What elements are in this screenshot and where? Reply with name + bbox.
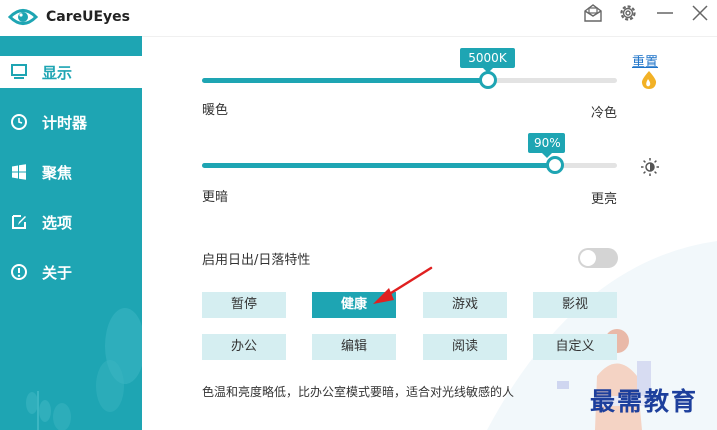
color-temp-slider[interactable]: [202, 78, 617, 83]
brightness-slider-fill: [202, 163, 555, 168]
sidebar-item-label: 聚焦: [42, 164, 73, 182]
reset-link[interactable]: 重置: [632, 51, 658, 70]
color-temp-min-label: 暖色: [202, 103, 229, 118]
plant-decoration-icon: [26, 391, 71, 430]
leaf-decoration-icon: [96, 308, 142, 412]
app-title: CareUEyes: [46, 9, 131, 25]
sidebar-item-label: 关于: [42, 264, 73, 282]
color-temp-slider-fill: [202, 78, 489, 83]
color-temp-slider-handle[interactable]: [479, 71, 498, 89]
sidebar-item-timer[interactable]: 计时器: [0, 106, 142, 138]
windows-icon: [12, 164, 26, 180]
monitor-icon: [11, 64, 27, 79]
mode-button-office[interactable]: 办公: [202, 334, 286, 360]
sunrise-sunset-label: 启用日出/日落特性: [202, 253, 311, 268]
gear-icon[interactable]: [617, 2, 639, 24]
sidebar-item-about[interactable]: 关于: [0, 256, 142, 288]
brightness-min-label: 更暗: [202, 190, 229, 205]
mode-button-edit[interactable]: 编辑: [312, 334, 396, 360]
clock-icon: [11, 114, 27, 130]
flame-drop-icon[interactable]: [640, 70, 658, 90]
sidebar: 显示 计时器 聚焦 选项 关于: [0, 36, 142, 430]
color-temp-max-label: 冷色: [591, 106, 618, 121]
brightness-value-badge: 90%: [528, 133, 565, 158]
mode-button-pause[interactable]: 暂停: [202, 292, 286, 318]
mode-button-custom[interactable]: 自定义: [533, 334, 617, 360]
color-temp-value-badge: 5000K: [460, 48, 515, 73]
mail-icon[interactable]: [582, 2, 604, 24]
red-arrow-annotation: [373, 266, 433, 304]
watermark-text: 最需教育: [590, 387, 699, 416]
close-icon[interactable]: [689, 2, 711, 24]
info-icon: [11, 264, 27, 280]
display-settings-panel: 5000K 暖色 冷色 重置 90% 更暗 更亮 启用日出/日落特性 暂停 健康…: [142, 36, 717, 430]
sidebar-item-label: 选项: [42, 214, 73, 232]
eye-logo-icon: [8, 9, 38, 25]
sidebar-item-options[interactable]: 选项: [0, 206, 142, 238]
brightness-slider-handle[interactable]: [545, 156, 564, 174]
sidebar-item-label: 计时器: [42, 114, 88, 132]
sunrise-sunset-toggle[interactable]: [578, 248, 618, 268]
sidebar-item-display[interactable]: 显示: [0, 56, 142, 88]
brightness-max-label: 更亮: [591, 192, 618, 207]
mode-description: 色温和亮度略低，比办公室模式要暗，适合对光线敏感的人: [202, 385, 515, 399]
brightness-sun-icon: [641, 158, 659, 176]
mode-button-reading[interactable]: 阅读: [423, 334, 507, 360]
mode-button-movie[interactable]: 影视: [533, 292, 617, 318]
toggle-knob: [580, 250, 596, 266]
edit-icon: [12, 215, 26, 229]
minimize-icon[interactable]: [654, 2, 676, 24]
sidebar-item-label: 显示: [42, 64, 73, 82]
title-bar: CareUEyes: [0, 0, 717, 37]
sidebar-item-focus[interactable]: 聚焦: [0, 156, 142, 188]
